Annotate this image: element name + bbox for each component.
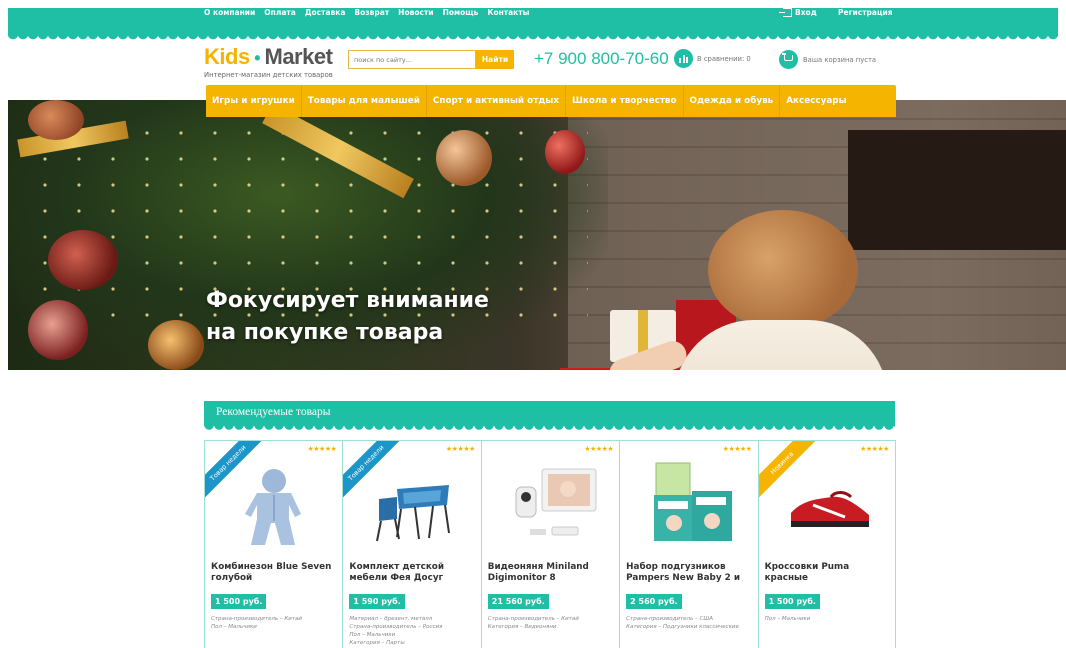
product-card[interactable]: Товар недели ★★★★★ Комплект детской мебе… xyxy=(342,440,481,648)
product-title[interactable]: Видеоняня Miniland Digimonitor 8 xyxy=(488,562,614,584)
product-card[interactable]: ★★★★★ Набор подгузников Pampers New Baby… xyxy=(619,440,758,648)
login-link[interactable]: Вход xyxy=(779,8,817,17)
nav-returns[interactable]: Возврат xyxy=(354,8,389,17)
category-menu: Игры и игрушки Товары для малышей Спорт … xyxy=(206,85,896,117)
scallop-edge xyxy=(8,34,1058,42)
product-title[interactable]: Комплект детской мебели Фея Досуг xyxy=(349,562,475,584)
nav-news[interactable]: Новости xyxy=(398,8,433,17)
cart-link[interactable]: Ваша корзина пуста xyxy=(779,50,876,69)
product-image-sneakers xyxy=(790,491,869,527)
category-accessories[interactable]: Аксессуары xyxy=(780,85,852,117)
product-card[interactable]: Новинка ★★★★★ Кроссовки Puma красные 1 5… xyxy=(757,440,896,648)
category-school[interactable]: Школа и творчество xyxy=(566,85,684,117)
logo-dot: • xyxy=(249,48,265,68)
category-baby[interactable]: Товары для малышей xyxy=(302,85,427,117)
product-image-jumpsuit xyxy=(245,469,301,545)
compare-icon xyxy=(674,49,693,68)
search-input[interactable] xyxy=(348,50,476,69)
cart-label: Ваша корзина пуста xyxy=(803,55,877,64)
login-label: Вход xyxy=(795,8,817,17)
product-meta: Пол – Мальчики xyxy=(764,616,811,622)
product-list: Товар недели ★★★★★ Комбинезон Blue Seven… xyxy=(204,440,896,648)
product-price: 1 500 руб. xyxy=(764,594,820,609)
rating-stars: ★★★★★ xyxy=(860,445,889,453)
product-title[interactable]: Комбинезон Blue Seven голубой xyxy=(211,562,337,584)
nav-payment[interactable]: Оплата xyxy=(264,8,296,17)
nav-contacts[interactable]: Контакты xyxy=(487,8,529,17)
product-image-diapers xyxy=(654,462,733,541)
product-card[interactable]: Товар недели ★★★★★ Комбинезон Blue Seven… xyxy=(204,440,343,648)
login-icon xyxy=(779,8,792,17)
product-title[interactable]: Кроссовки Puma красные xyxy=(765,562,891,584)
recommended-header: Рекомендуемые товары xyxy=(204,401,895,431)
hero-banner[interactable] xyxy=(8,100,1066,370)
product-price: 1 500 руб. xyxy=(211,594,267,609)
nav-help[interactable]: Помощь xyxy=(443,8,479,17)
top-bar xyxy=(8,8,1058,42)
product-price: 2 560 руб. xyxy=(626,594,682,609)
rating-stars: ★★★★★ xyxy=(445,445,475,453)
rating-stars: ★★★★★ xyxy=(307,445,337,453)
product-image-furniture xyxy=(376,485,451,542)
product-card[interactable]: ★★★★★ Видеоняня Miniland Digimonitor 8 2… xyxy=(480,440,620,648)
logo-tagline: Интернет-магазин детских товаров xyxy=(204,71,333,79)
page: О компании Оплата Доставка Возврат Новос… xyxy=(0,0,1066,648)
category-clothes[interactable]: Одежда и обувь xyxy=(684,85,781,117)
site-logo[interactable]: Kids • Market Интернет-магазин детских т… xyxy=(204,44,333,80)
logo-market: Market xyxy=(264,44,333,69)
product-meta: Страна-производитель – США Категория – П… xyxy=(626,616,739,630)
compare-label: В сравнении: 0 xyxy=(697,54,751,63)
hero-line-1: Фокусирует внимание xyxy=(206,288,489,313)
product-title[interactable]: Набор подгузников Pampers New Baby 2 и xyxy=(626,562,752,584)
product-meta: Страна-производитель – Китай Категория –… xyxy=(487,616,579,630)
nav-delivery[interactable]: Доставка xyxy=(305,8,346,17)
product-price: 21 560 руб. xyxy=(487,594,549,609)
category-sport[interactable]: Спорт и активный отдых xyxy=(427,85,567,117)
rating-stars: ★★★★★ xyxy=(584,445,614,453)
product-meta: Страна-производитель – Китай Пол – Мальч… xyxy=(211,616,303,630)
category-toys[interactable]: Игры и игрушки xyxy=(206,85,302,117)
product-image-babymonitor xyxy=(515,468,597,536)
product-meta: Материал – брезент, металл Страна-произв… xyxy=(349,616,443,646)
rating-stars: ★★★★★ xyxy=(722,445,752,453)
hero-caption: Фокусирует внимание на покупке товара xyxy=(206,285,489,349)
phone-number: +7 900 800-70-60 xyxy=(534,49,669,68)
register-label: Регистрация xyxy=(838,8,893,17)
nav-about[interactable]: О компании xyxy=(204,8,255,17)
product-price: 1 590 руб. xyxy=(349,594,405,609)
hero-line-2: на покупке товара xyxy=(206,320,444,345)
search-button[interactable]: Найти xyxy=(476,50,514,69)
compare-link[interactable]: В сравнении: 0 xyxy=(674,49,751,68)
top-nav: О компании Оплата Доставка Возврат Новос… xyxy=(204,8,529,17)
register-link[interactable]: Регистрация xyxy=(838,8,893,17)
recommended-title: Рекомендуемые товары xyxy=(216,406,331,418)
scallop-edge xyxy=(204,425,895,431)
logo-kids: Kids xyxy=(204,44,250,69)
cart-icon xyxy=(779,50,798,69)
search-bar: Найти xyxy=(348,50,514,69)
